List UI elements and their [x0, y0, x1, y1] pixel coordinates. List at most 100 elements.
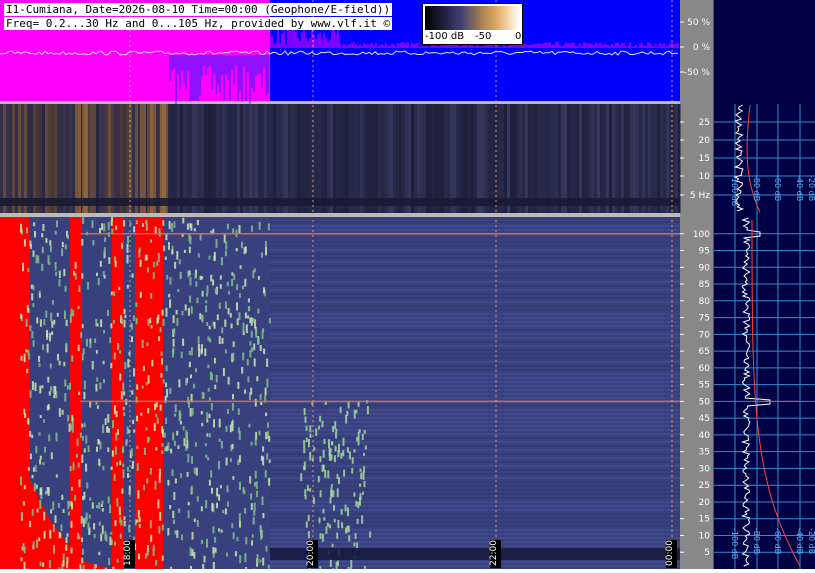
emission-speck [27, 305, 29, 312]
emission-speck [115, 433, 117, 441]
freq-tick-label: 70 [699, 330, 711, 340]
emission-speck [127, 255, 129, 264]
emission-speck [127, 359, 129, 368]
emission-speck [98, 459, 100, 466]
emission-speck [195, 273, 197, 279]
lowfreq-column [489, 104, 492, 213]
emission-speck [262, 457, 264, 466]
emission-speck [56, 474, 58, 477]
spectro-texture [270, 545, 680, 547]
spectro-texture [270, 429, 680, 431]
emission-speck [214, 252, 216, 261]
emission-speck [188, 510, 190, 518]
emission-speck [51, 321, 53, 328]
lowfreq-column [444, 104, 447, 213]
freq-tick-label: 50 [699, 397, 711, 407]
emission-speck [224, 319, 226, 326]
emission-speck [146, 224, 148, 231]
emission-speck [334, 519, 336, 523]
emission-speck [254, 482, 256, 486]
emission-speck [353, 492, 355, 496]
emission-speck [216, 239, 218, 248]
emission-speck [308, 515, 310, 521]
lowfreq-column [300, 104, 303, 213]
emission-speck [348, 535, 350, 541]
lowfreq-column [654, 104, 657, 213]
emission-speck [135, 302, 137, 307]
emission-speck [78, 345, 80, 351]
emission-speck [162, 310, 164, 316]
emission-speck [187, 397, 189, 404]
lowfreq-column [57, 104, 60, 213]
emission-speck [269, 318, 271, 323]
emission-speck [69, 383, 71, 390]
lowfreq-column [627, 104, 630, 213]
emission-speck [123, 412, 125, 416]
emission-speck [186, 440, 188, 449]
emission-speck [99, 228, 101, 233]
emission-speck [124, 315, 126, 318]
lowfreq-column [651, 104, 654, 213]
emission-speck [88, 522, 90, 529]
panel-gap-2 [0, 213, 680, 217]
emission-speck [151, 325, 153, 328]
emission-speck [115, 447, 117, 455]
time-tick-label: 22:00 [489, 540, 499, 566]
emission-speck [30, 244, 32, 249]
spectro-texture [270, 285, 680, 287]
spectro-texture [270, 481, 680, 483]
emission-speck [146, 255, 148, 261]
lowfreq-column [252, 104, 255, 213]
emission-speck [114, 353, 116, 360]
emission-speck [260, 345, 262, 351]
lowfreq-column [249, 104, 252, 213]
lowfreq-column [603, 104, 606, 213]
emission-speck [103, 361, 105, 364]
emission-speck [74, 495, 76, 501]
emission-speck [133, 430, 135, 433]
lowfreq-column [288, 104, 291, 213]
emission-speck [220, 284, 222, 289]
emission-speck [211, 403, 213, 410]
lowfreq-column [342, 104, 345, 213]
emission-speck [67, 415, 69, 422]
emission-speck [300, 473, 302, 481]
emission-speck [67, 501, 69, 509]
emission-speck [216, 375, 218, 382]
emission-speck [221, 257, 223, 265]
emission-speck [254, 503, 256, 512]
emission-speck [72, 425, 74, 433]
emission-speck [24, 485, 26, 489]
emission-speck [136, 416, 138, 422]
lowfreq-column [666, 104, 669, 213]
lowfreq-column [423, 104, 426, 213]
emission-speck [265, 432, 267, 439]
emission-speck [306, 426, 308, 431]
emission-speck [238, 427, 240, 432]
emission-speck [174, 262, 176, 269]
emission-speck [235, 551, 237, 556]
emission-speck [111, 292, 113, 296]
emission-speck [369, 532, 371, 538]
emission-speck [218, 461, 220, 469]
lowfreq-column [99, 104, 102, 213]
emission-speck [58, 503, 60, 508]
lowfreq-column [591, 104, 594, 213]
emission-speck [255, 438, 257, 445]
emission-speck [61, 564, 63, 569]
lowfreq-column [498, 104, 501, 213]
spectro-texture [270, 477, 680, 479]
lowfreq-column [282, 104, 285, 213]
emission-speck [48, 487, 50, 496]
emission-speck [108, 222, 110, 230]
lowfreq-column [18, 104, 21, 213]
emission-speck [174, 414, 176, 417]
emission-speck [211, 503, 213, 512]
emission-speck [93, 523, 95, 529]
emission-speck [329, 524, 331, 528]
emission-speck [40, 415, 42, 418]
emission-speck [127, 285, 129, 289]
freq-tick-label: 65 [699, 347, 710, 357]
lowfreq-column [66, 104, 69, 213]
emission-speck [166, 446, 168, 451]
